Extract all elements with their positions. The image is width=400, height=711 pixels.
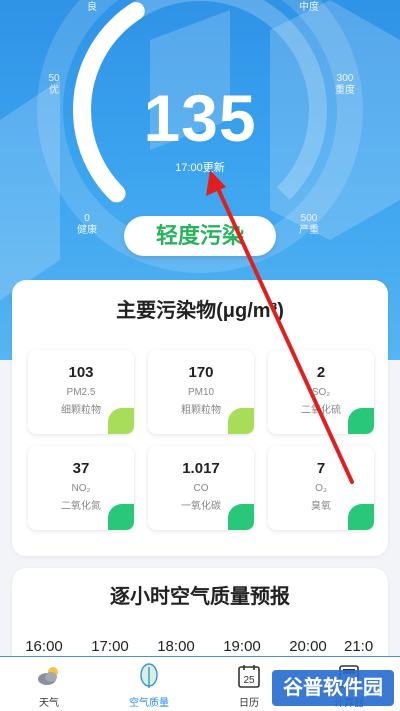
pollutants-card: 主要污染物(μg/m³) 103 PM2.5 细颗粒物 170 PM10 粗颗粒… [12, 280, 388, 556]
forecast-title: 逐小时空气质量预报 [110, 586, 290, 608]
scale-text-severe: 严重 [299, 225, 319, 236]
pollutant-tile-pm25[interactable]: 103 PM2.5 细颗粒物 [28, 350, 134, 434]
scale-num-0: 0 [84, 213, 90, 224]
calendar-icon: 25 [238, 665, 260, 688]
leaf-icon [228, 408, 254, 434]
pollutant-code: O₃ [315, 483, 327, 494]
forecast-hour: 19:00 [223, 638, 261, 655]
pollutant-tile-o3[interactable]: 7 O₃ 臭氧 [268, 446, 374, 530]
pollutant-value: 7 [316, 460, 326, 477]
pollutant-value: 37 [72, 460, 90, 477]
scale-num-50: 50 [48, 73, 60, 84]
pollutants-title: 主要污染物(μg/m³) [116, 300, 284, 322]
pollutant-tile-co[interactable]: 1.017 CO 一氧化碳 [148, 446, 254, 530]
watermark-logo: 谷普软件园 [272, 670, 394, 706]
nav-label: 天气 [39, 698, 59, 709]
scale-label-moderate: 中度 [299, 2, 319, 13]
leaf-icon [348, 504, 374, 530]
pollutant-value: 170 [188, 364, 214, 381]
forecast-hour: 20:00 [289, 638, 327, 655]
pollutant-code: PM2.5 [66, 387, 96, 398]
pollutant-value: 103 [68, 364, 94, 381]
pollutant-value: 1.017 [182, 460, 220, 477]
pollutant-code: NO₂ [71, 483, 91, 494]
pollutant-tile-no2[interactable]: 37 NO₂ 二氧化氮 [28, 446, 134, 530]
forecast-hour: 18:00 [157, 638, 195, 655]
pollutant-value: 2 [316, 364, 326, 381]
scale-label-300: 300 重度 [330, 73, 360, 97]
scale-text-excellent: 优 [49, 85, 59, 96]
scale-num-500: 500 [300, 213, 318, 224]
scale-num-300: 300 [336, 73, 354, 84]
scale-label-500: 500 严重 [294, 213, 324, 237]
pollutant-code: CO [193, 483, 209, 494]
leaf-icon [348, 408, 374, 434]
forecast-hour: 21:0 [344, 638, 374, 655]
update-time: 17:00更新 [175, 162, 225, 174]
nav-item-air-quality[interactable]: 空气质量 [109, 657, 189, 711]
pollutant-code: PM10 [187, 387, 215, 398]
calendar-day: 25 [243, 675, 255, 686]
leaf-icon [228, 504, 254, 530]
nav-item-weather[interactable]: 天气 [9, 657, 89, 711]
leaf-icon [108, 408, 134, 434]
scale-text-healthy: 健康 [77, 225, 97, 236]
aqi-status-badge[interactable]: 轻度污染 [124, 216, 276, 256]
forecast-hour: 16:00 [25, 638, 63, 655]
cloud-sun-icon [38, 667, 58, 685]
scale-label-50: 50 优 [42, 73, 66, 97]
scale-text-heavy: 重度 [335, 85, 355, 96]
pollutant-code: SO₂ [311, 387, 331, 398]
nav-label: 空气质量 [129, 698, 169, 709]
leaf-icon [140, 663, 158, 688]
scale-label-0: 0 健康 [72, 213, 102, 237]
pollutant-tile-so2[interactable]: 2 SO₂ 二氧化硫 [268, 350, 374, 434]
pollutant-tile-pm10[interactable]: 170 PM10 粗颗粒物 [148, 350, 254, 434]
scale-label-good: 良 [87, 2, 97, 13]
leaf-icon [108, 504, 134, 530]
forecast-hour: 17:00 [91, 638, 129, 655]
